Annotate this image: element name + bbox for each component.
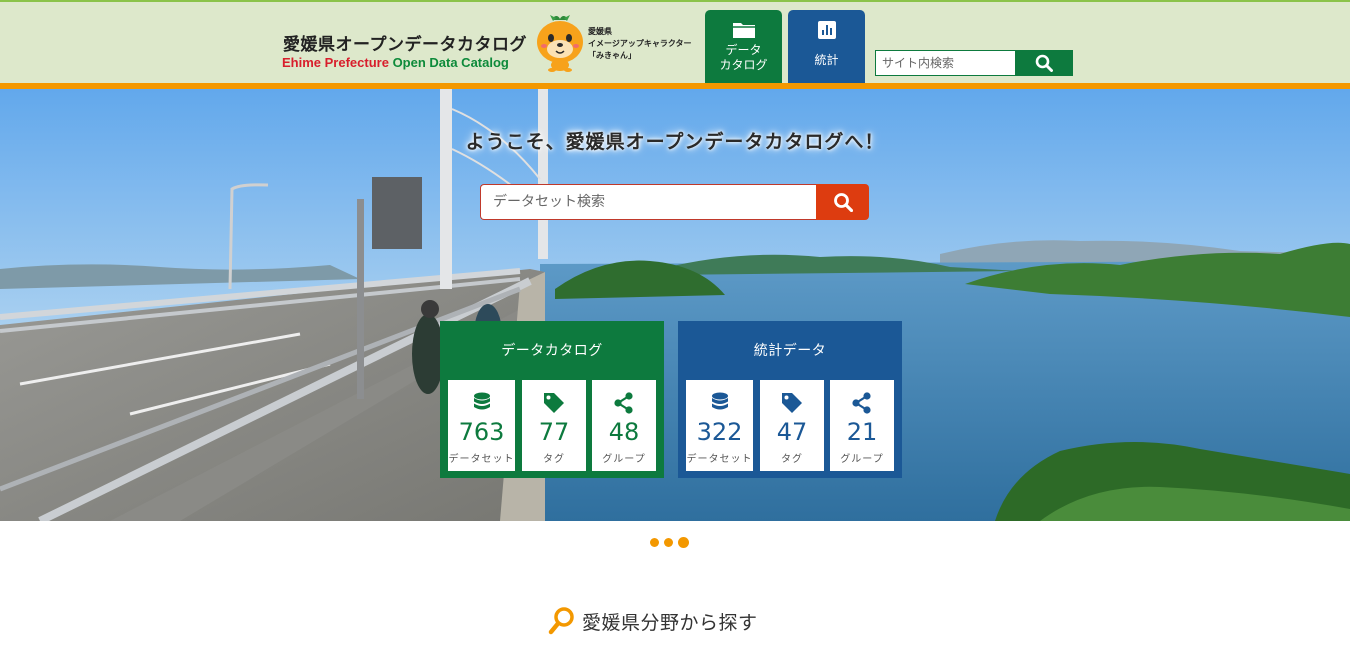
stat-value: 21 [846, 418, 878, 446]
tag-icon [544, 393, 564, 413]
mascot-caption-line: 「みきゃん」 [588, 51, 636, 60]
welcome-message: ようこそ、愛媛県オープンデータカタログへ！ [465, 131, 885, 153]
stat-label: グループ [602, 454, 646, 465]
stat-value: 322 [696, 418, 743, 446]
stat-label: タグ [543, 454, 565, 465]
stat-label: データセット [448, 454, 515, 465]
dataset-search [480, 184, 869, 220]
nav-tab-label: データ カタログ [719, 43, 768, 72]
mascot-caption-line: 愛媛県 [588, 27, 612, 36]
stat-value: 47 [776, 418, 808, 446]
nav-tab-data-catalog[interactable]: データ カタログ [705, 10, 782, 83]
stat-groups[interactable]: 21 グループ [830, 380, 894, 471]
site-search [875, 50, 1073, 76]
site-logo-title[interactable]: 愛媛県オープンデータカタログ [283, 30, 527, 55]
share-icon [614, 392, 633, 414]
panel-title[interactable]: データカタログ [440, 340, 664, 360]
stat-value: 48 [608, 418, 640, 446]
dataset-search-input[interactable] [480, 184, 817, 220]
stat-label: データセット [686, 454, 753, 465]
stat-tags[interactable]: 77 タグ [522, 380, 586, 471]
stat-label: グループ [840, 454, 884, 465]
section-heading-text: 愛媛県分野から探す [582, 611, 758, 634]
logo-en-catalog: Open Data Catalog [392, 55, 509, 70]
bar-chart-icon [817, 21, 836, 39]
nav-tab-label: 統計 [814, 53, 839, 67]
database-icon [473, 392, 490, 410]
stat-label: タグ [781, 454, 803, 465]
data-catalog-panel: データカタログ 763 データセット 77 タグ 48 グループ [440, 321, 664, 478]
dataset-search-button[interactable] [816, 184, 869, 220]
mikyan-mascot-icon [537, 15, 583, 72]
site-search-button[interactable] [1015, 51, 1072, 75]
mascot-caption: 愛媛県 イメージアップキャラクター 「みきゃん」 [588, 26, 692, 62]
magnifier-icon [548, 607, 574, 635]
search-icon [1035, 54, 1053, 72]
site-logo-subtitle[interactable]: Ehime Prefecture Open Data Catalog [282, 55, 509, 70]
site-search-input[interactable] [876, 51, 1016, 75]
stat-datasets[interactable]: 763 データセット [448, 380, 515, 471]
stat-datasets[interactable]: 322 データセット [686, 380, 753, 471]
search-icon [833, 193, 853, 212]
stat-value: 77 [538, 418, 570, 446]
logo-en-ehime: Ehime Prefecture [282, 55, 389, 70]
folder-icon [732, 23, 755, 38]
panel-title[interactable]: 統計データ [678, 340, 902, 360]
carousel-dot[interactable] [664, 537, 673, 547]
hero-banner: ようこそ、愛媛県オープンデータカタログへ！ データカタログ 763 データセット [0, 89, 1350, 521]
carousel-indicators [650, 536, 689, 548]
stat-value: 763 [458, 418, 505, 446]
share-icon [852, 392, 871, 414]
statistics-panel: 統計データ 322 データセット 47 タグ 21 グループ [678, 321, 902, 478]
database-icon [711, 392, 728, 410]
stat-groups[interactable]: 48 グループ [592, 380, 656, 471]
nav-tab-statistics[interactable]: 統計 [788, 10, 865, 83]
tag-icon [782, 393, 802, 413]
mascot-caption-line: イメージアップキャラクター [588, 39, 692, 48]
carousel-dot[interactable] [650, 537, 659, 547]
section-heading-fields: 愛媛県分野から探す [548, 606, 758, 636]
stat-tags[interactable]: 47 タグ [760, 380, 824, 471]
carousel-dot-active[interactable] [678, 536, 689, 548]
